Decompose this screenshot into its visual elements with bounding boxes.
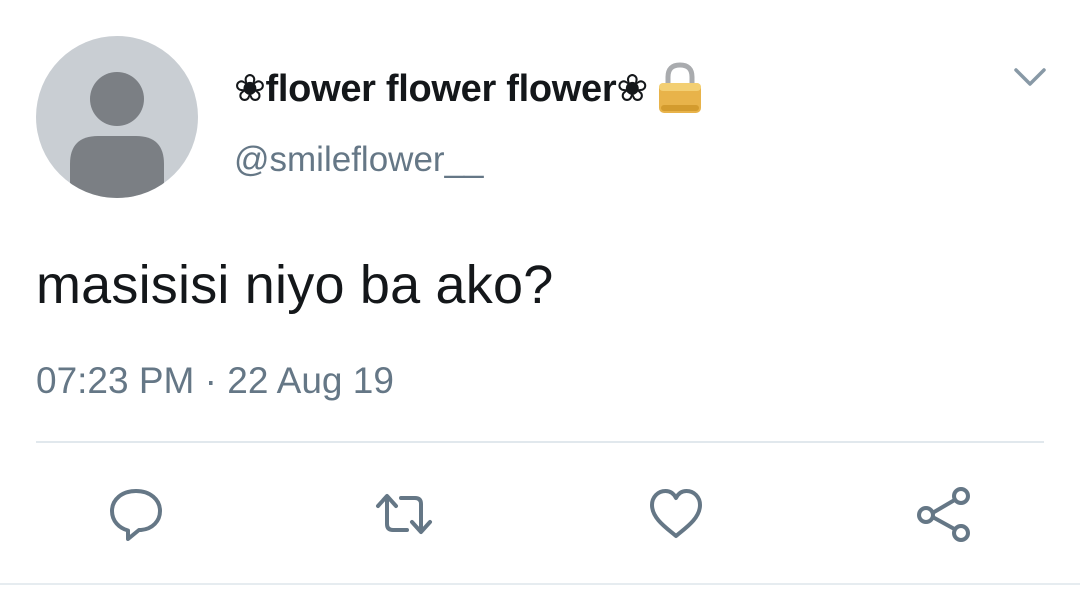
user-name-row: ❀flower flower flower❀: [234, 60, 704, 116]
tweet-text: masisisi niyo ba ako?: [36, 255, 554, 315]
tweet-card: ❀flower flower flower❀ @smileflower__ ma…: [0, 0, 1080, 605]
like-button[interactable]: [646, 484, 706, 544]
share-icon: [917, 487, 970, 542]
tweet-time: 07:23 PM: [36, 360, 195, 401]
retweet-icon: [376, 494, 432, 534]
heart-icon: [650, 489, 702, 538]
meta-separator: ·: [204, 360, 217, 401]
share-button[interactable]: [914, 484, 974, 544]
reply-icon: [110, 489, 162, 541]
chevron-down-icon[interactable]: [1010, 62, 1050, 94]
reply-button[interactable]: [106, 484, 166, 544]
divider: [36, 441, 1044, 443]
retweet-button[interactable]: [374, 484, 434, 544]
tweet-timestamp: 07:23 PM · 22 Aug 19: [36, 360, 394, 402]
display-name[interactable]: ❀flower flower flower❀: [234, 66, 648, 111]
bottom-divider: [0, 583, 1080, 585]
user-handle[interactable]: @smileflower__: [234, 140, 484, 180]
default-avatar-icon: [70, 72, 164, 198]
avatar[interactable]: [36, 36, 198, 198]
lock-icon: [656, 61, 704, 115]
tweet-date: 22 Aug 19: [227, 360, 394, 401]
